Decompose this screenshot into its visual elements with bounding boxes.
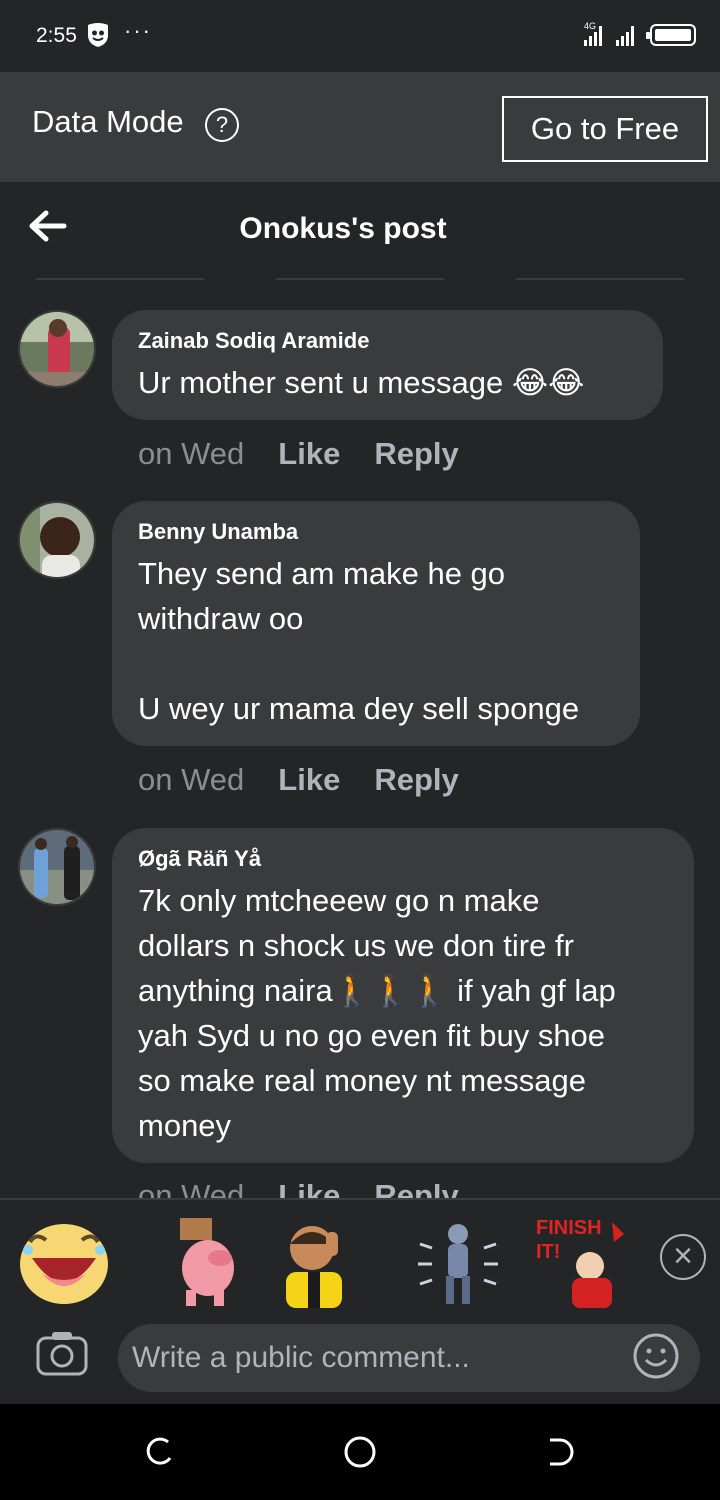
sticker-tray: FINISH IT! × — [0, 1198, 720, 1320]
camera-icon[interactable] — [36, 1330, 88, 1376]
help-icon[interactable]: ? — [205, 108, 239, 142]
comment-author[interactable]: Zainab Sodiq Aramide — [138, 328, 637, 354]
reply-button[interactable]: Reply — [374, 1178, 458, 1200]
avatar[interactable] — [18, 828, 96, 906]
comment-time: on Wed — [138, 436, 245, 471]
comment-actions: on Wed Like Reply — [138, 436, 493, 472]
referee-sticker[interactable] — [272, 1214, 368, 1310]
laughing-face-sticker[interactable] — [16, 1214, 112, 1310]
comment-text: Ur mother sent u message 😂😂 — [138, 365, 585, 400]
status-time: 2:55 — [36, 24, 77, 47]
avatar[interactable] — [18, 310, 96, 388]
divider — [36, 278, 204, 280]
post-header: Onokus's post — [0, 182, 720, 278]
avatar[interactable] — [18, 501, 96, 579]
comment-text: 7k only mtcheeew go n make dollars n sho… — [138, 883, 616, 1143]
comment-composer — [0, 1320, 720, 1404]
home-icon[interactable] — [342, 1434, 378, 1470]
data-mode-label: Data Mode — [32, 104, 184, 139]
svg-text:IT!: IT! — [536, 1241, 560, 1263]
page-title: Onokus's post — [239, 212, 447, 245]
comment-time: on Wed — [138, 1178, 245, 1200]
comment-actions: on Wed Like Reply — [138, 1178, 493, 1200]
comment-time: on Wed — [138, 762, 245, 797]
comment-input[interactable] — [118, 1324, 700, 1392]
recent-apps-icon[interactable] — [142, 1434, 178, 1470]
like-button[interactable]: Like — [278, 436, 340, 471]
like-button[interactable]: Like — [278, 1178, 340, 1200]
pig-sticker[interactable] — [160, 1214, 256, 1310]
network-type-label: 4G — [584, 21, 596, 31]
go-to-free-button[interactable]: Go to Free — [502, 96, 708, 162]
comment-text: They send am make he go withdraw oo U we… — [138, 556, 580, 726]
comment-bubble[interactable]: Benny Unamba They send am make he go wit… — [112, 501, 640, 746]
comment-bubble[interactable]: Øgã Räñ Yå 7k only mtcheeew go n make do… — [112, 828, 694, 1163]
comment-author[interactable]: Benny Unamba — [138, 519, 614, 545]
emoji-icon[interactable] — [632, 1332, 680, 1380]
finish-it-sticker[interactable]: FINISH IT! — [532, 1214, 628, 1310]
more-notifications-icon: ··· — [124, 18, 152, 43]
reply-button[interactable]: Reply — [374, 762, 458, 797]
divider — [276, 278, 444, 280]
signal-icon: 4G — [584, 21, 634, 46]
close-icon[interactable]: × — [660, 1234, 706, 1280]
svg-text:FINISH: FINISH — [536, 1217, 602, 1239]
comment-bubble[interactable]: Zainab Sodiq Aramide Ur mother sent u me… — [112, 310, 663, 420]
back-icon[interactable] — [542, 1434, 578, 1470]
reply-button[interactable]: Reply — [374, 436, 458, 471]
system-nav-bar — [0, 1404, 720, 1500]
comment-author[interactable]: Øgã Räñ Yå — [138, 846, 668, 872]
battery-icon — [646, 24, 696, 46]
running-man-sticker[interactable] — [410, 1214, 506, 1310]
status-bar: 2:55 ··· 4G — [0, 0, 720, 72]
comment-actions: on Wed Like Reply — [138, 762, 493, 798]
divider — [516, 278, 684, 280]
like-button[interactable]: Like — [278, 762, 340, 797]
shield-icon — [88, 23, 108, 47]
